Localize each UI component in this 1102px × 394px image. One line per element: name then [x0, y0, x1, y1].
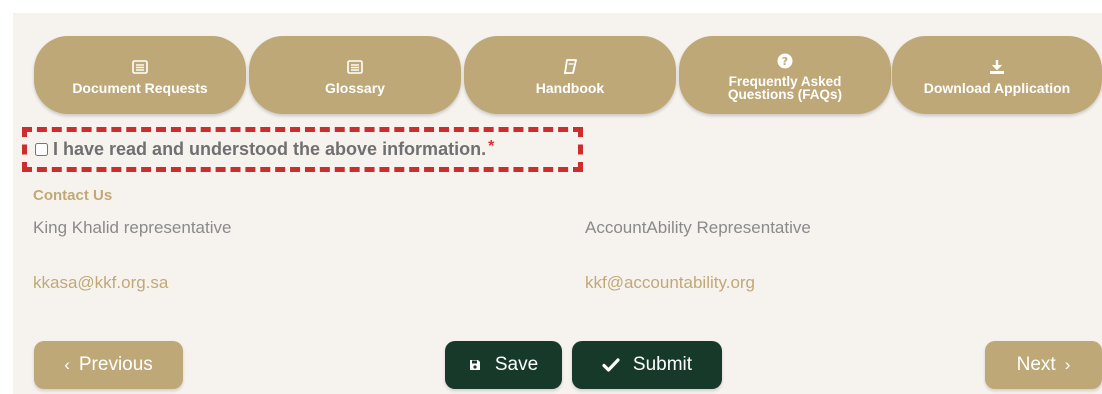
tab-handbook[interactable]: Handbook [464, 36, 676, 114]
glossary-list-icon [347, 56, 363, 78]
tab-download-application[interactable]: Download Application [892, 36, 1102, 114]
tab-label: Frequently Asked Questions (FAQs) [727, 73, 842, 102]
save-floppy-icon [469, 359, 481, 371]
tab-document-requests[interactable]: Document Requests [34, 36, 246, 114]
download-icon [989, 56, 1005, 78]
contact-right-name: AccountAbility Representative [585, 218, 811, 237]
save-label: Save [494, 354, 539, 375]
acknowledgement-highlight: I have read and understood the above inf… [22, 127, 583, 172]
submit-label: Submit [632, 354, 693, 375]
tab-label: Handbook [535, 79, 605, 96]
acknowledgement-checkbox[interactable] [35, 143, 48, 156]
required-mark: * [488, 137, 495, 155]
contact-right-email[interactable]: kkf@accountability.org [585, 273, 755, 293]
tab-glossary[interactable]: Glossary [249, 36, 461, 114]
previous-button[interactable]: ‹ Previous [34, 341, 183, 389]
book-icon [563, 56, 577, 78]
resource-tabs: Document Requests Glossary Handbook ? Fr… [0, 0, 1102, 120]
contact-left-name: King Khalid representative [33, 218, 232, 237]
save-button[interactable]: Save [445, 341, 562, 389]
tab-label: Download Application [923, 79, 1071, 96]
chevron-left-icon: ‹ [64, 355, 70, 374]
check-icon [602, 358, 620, 372]
acknowledgement-label: I have read and understood the above inf… [53, 139, 487, 159]
svg-text:?: ? [782, 55, 788, 68]
tab-faqs[interactable]: ? Frequently Asked Questions (FAQs) [679, 36, 891, 114]
next-label: Next [1016, 354, 1056, 375]
next-button[interactable]: Next › [985, 341, 1102, 389]
contact-heading: Contact Us [33, 187, 113, 204]
submit-button[interactable]: Submit [572, 341, 722, 389]
tab-label: Glossary [325, 79, 385, 96]
tab-label: Document Requests [72, 79, 208, 96]
document-list-icon [132, 56, 148, 78]
contact-left-email[interactable]: kkasa@kkf.org.sa [33, 273, 168, 293]
chevron-right-icon: › [1064, 355, 1071, 374]
previous-label: Previous [78, 354, 153, 375]
question-circle-icon: ? [777, 50, 793, 72]
